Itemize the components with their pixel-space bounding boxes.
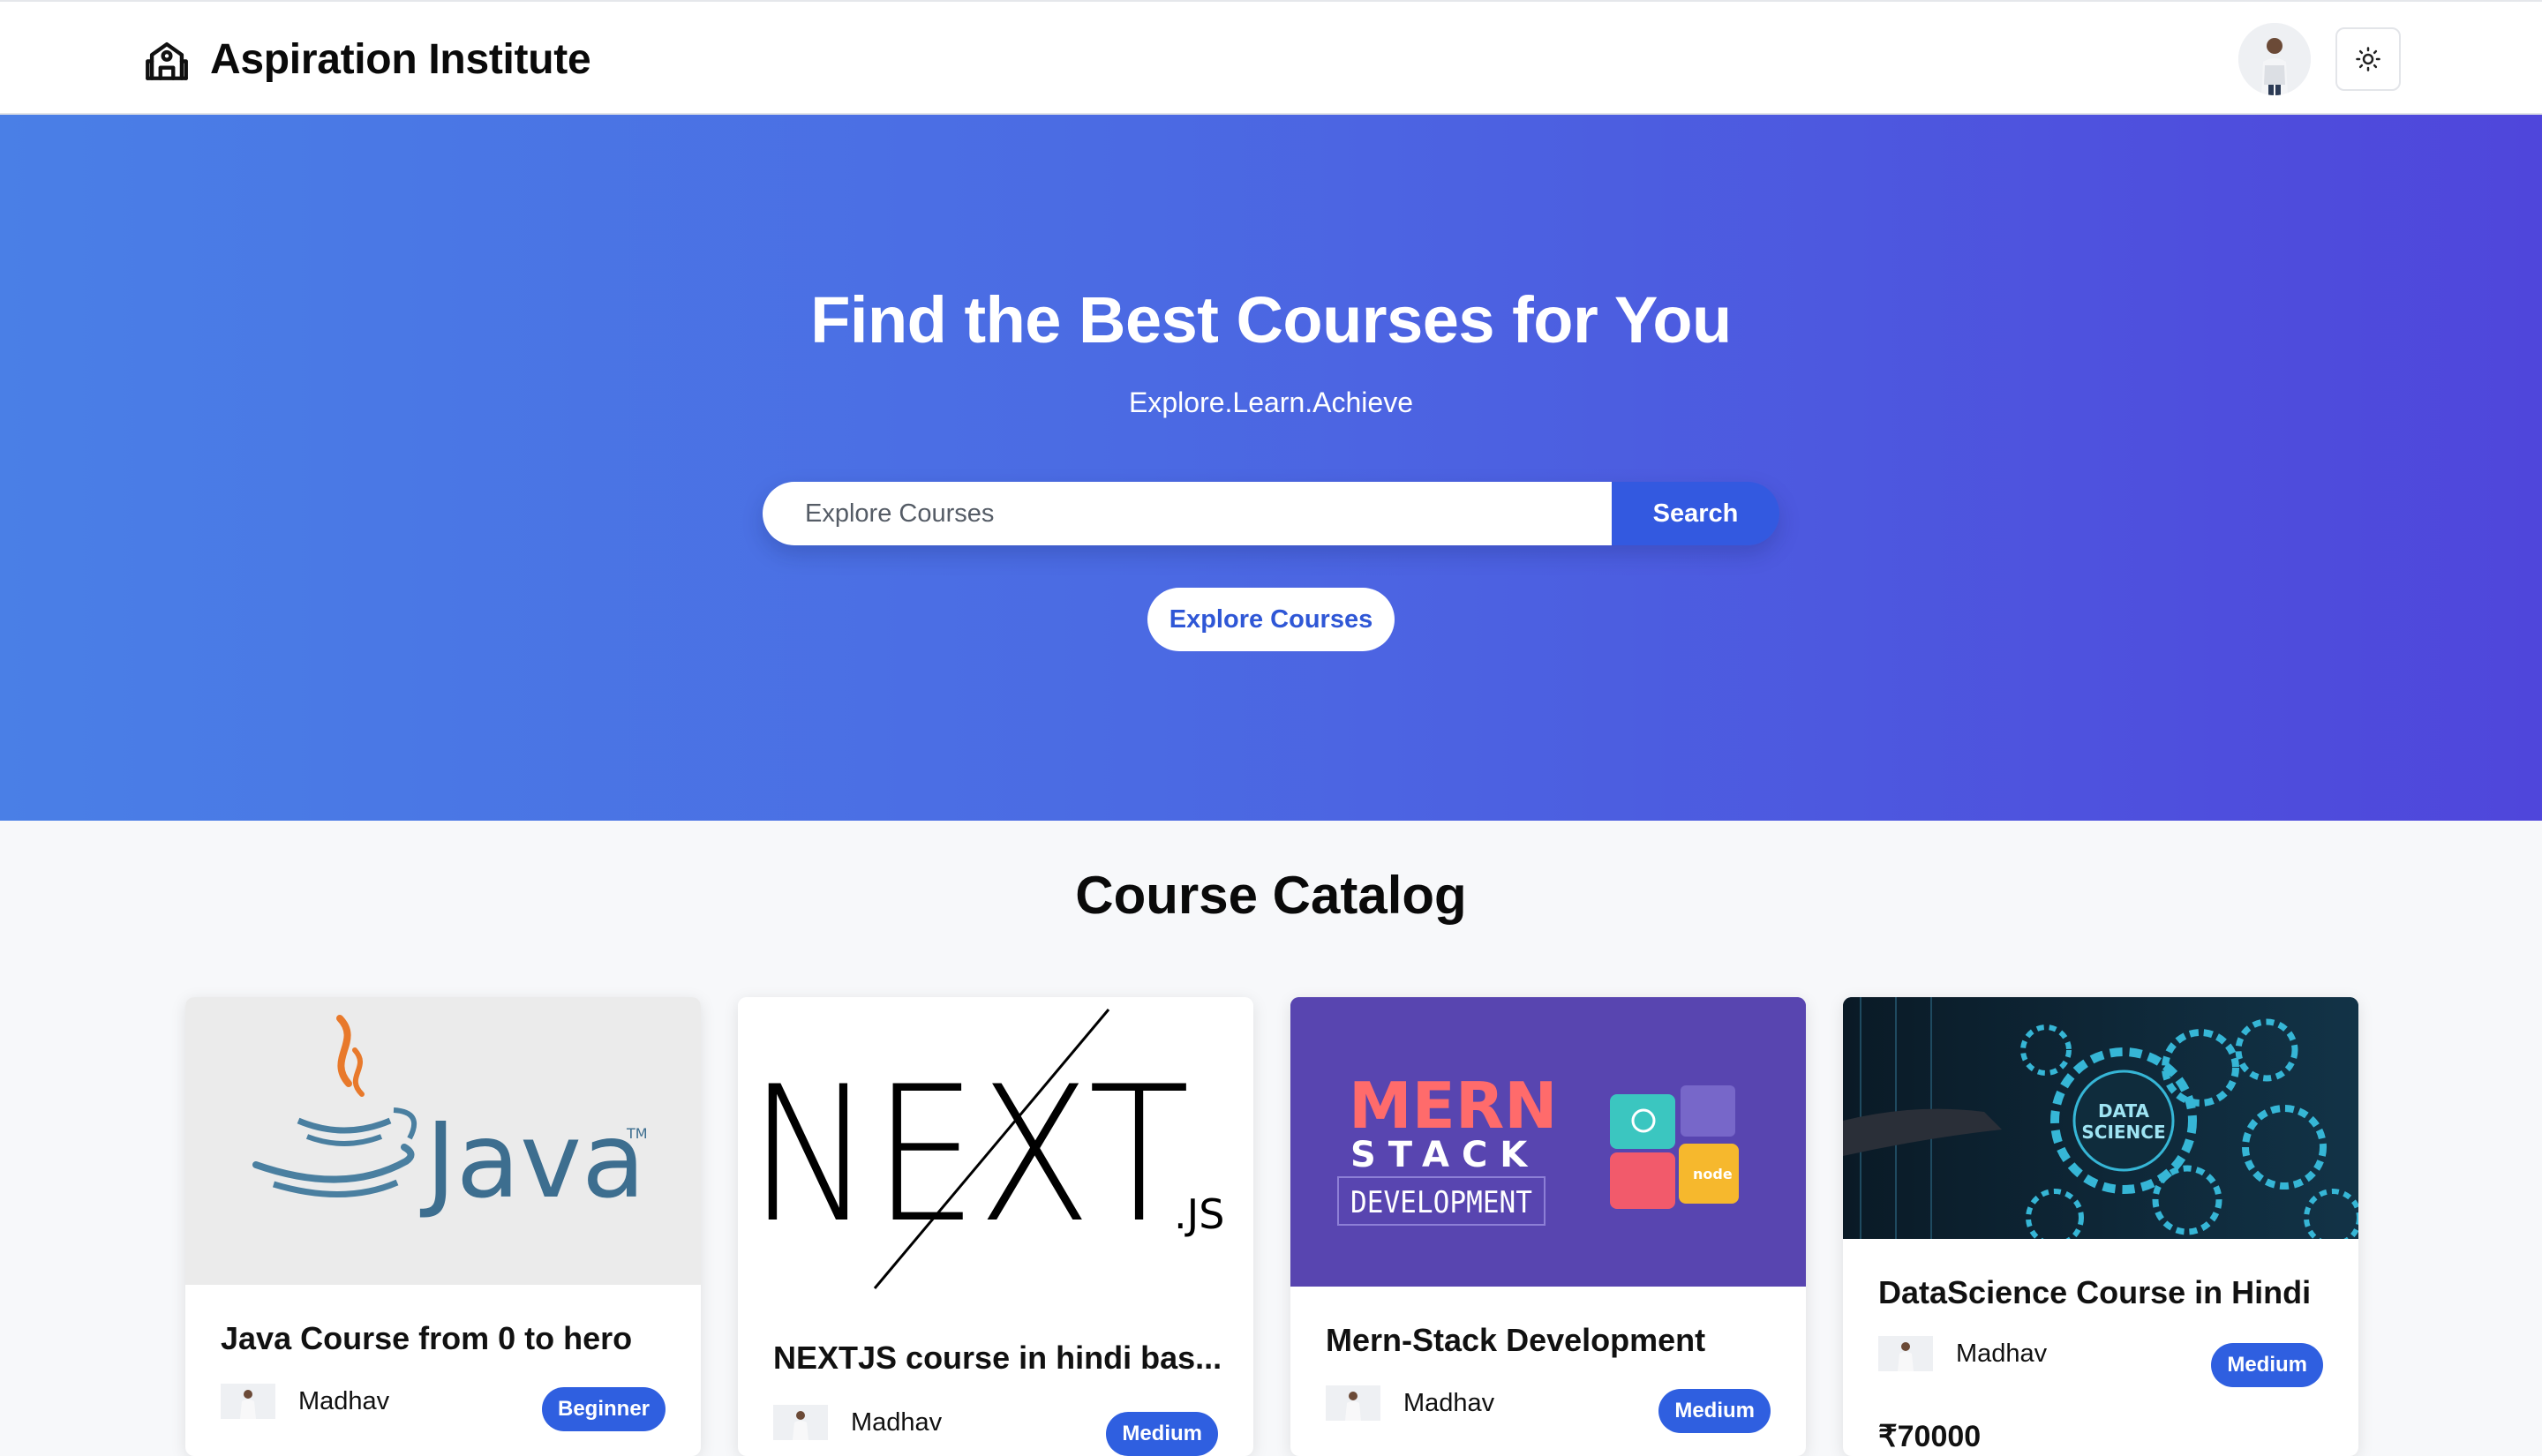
- course-price: ₹70000: [1878, 1420, 1982, 1453]
- author-name: Madhav: [298, 1386, 390, 1415]
- course-card-java[interactable]: Java TM Java Course from 0 to hero Madha…: [185, 997, 701, 1456]
- school-icon: [146, 41, 188, 80]
- nextjs-logo: NEXT .JS: [748, 1009, 1224, 1289]
- level-badge: Medium: [2211, 1343, 2323, 1387]
- search-input[interactable]: [763, 482, 1612, 545]
- course-card-nextjs[interactable]: NEXT .JS NEXTJS course in hindi bas... M…: [738, 997, 1253, 1456]
- java-logo-text: Java: [419, 1100, 645, 1221]
- course-card-datascience[interactable]: DATA SCIENCE DataScience Course in Hindi…: [1843, 997, 2358, 1456]
- user-avatar[interactable]: [2238, 23, 2311, 95]
- author-avatar: [1326, 1385, 1380, 1421]
- author-avatar: [773, 1405, 828, 1440]
- course-author: Madhav: [1878, 1336, 2047, 1371]
- hero-subtitle: Explore.Learn.Achieve: [1129, 387, 1413, 418]
- mern-banner-stack: STACK: [1350, 1135, 1539, 1175]
- datascience-banner: DATA SCIENCE: [1843, 997, 2358, 1239]
- mern-banner-subtitle: DEVELOPMENT: [1350, 1185, 1532, 1220]
- search-bar: Search: [763, 482, 1779, 545]
- search-button[interactable]: Search: [1612, 482, 1779, 545]
- course-author: Madhav: [1326, 1385, 1494, 1421]
- avatar-image: [2238, 23, 2311, 95]
- svg-text:node: node: [1693, 1166, 1733, 1182]
- sun-icon: [2356, 47, 2380, 71]
- nextjs-logo-text: NEXT: [748, 1046, 1190, 1264]
- course-title[interactable]: Java Course from 0 to hero: [221, 1320, 632, 1357]
- course-title[interactable]: DataScience Course in Hindi: [1878, 1274, 2311, 1311]
- author-name: Madhav: [1403, 1388, 1495, 1417]
- author-avatar: [1878, 1336, 1933, 1371]
- level-badge: Beginner: [541, 1387, 666, 1431]
- course-author: Madhav: [773, 1405, 942, 1440]
- course-author: Madhav: [221, 1384, 389, 1419]
- course-card-mern[interactable]: MERN STACK DEVELOPMENT node Mern-Stack D…: [1290, 997, 1806, 1456]
- explore-courses-button[interactable]: Explore Courses: [1147, 588, 1395, 651]
- svg-text:TM: TM: [626, 1125, 648, 1142]
- course-title[interactable]: NEXTJS course in hindi bas...: [773, 1340, 1222, 1377]
- mern-banner: MERN STACK DEVELOPMENT node: [1290, 997, 1806, 1287]
- course-thumbnail: Java TM: [185, 997, 701, 1285]
- author-name: Madhav: [851, 1407, 943, 1437]
- datascience-banner-line2: SCIENCE: [2081, 1122, 2165, 1143]
- course-thumbnail: MERN STACK DEVELOPMENT node: [1290, 997, 1806, 1287]
- level-badge: Medium: [1106, 1412, 1218, 1456]
- nextjs-logo-suffix: .JS: [1174, 1190, 1224, 1238]
- brand-title: Aspiration Institute: [210, 35, 591, 83]
- hero-title: Find the Best Courses for You: [810, 283, 1732, 356]
- mern-banner-title: MERN: [1349, 1069, 1558, 1143]
- course-thumbnail: NEXT .JS: [738, 997, 1253, 1302]
- level-badge: Medium: [1658, 1389, 1771, 1433]
- datascience-banner-line1: DATA: [2098, 1100, 2150, 1122]
- java-logo: Java TM: [252, 1015, 648, 1221]
- course-title[interactable]: Mern-Stack Development: [1326, 1322, 1705, 1359]
- theme-toggle-button[interactable]: [2335, 27, 2401, 91]
- hero-section: Find the Best Courses for You Explore.Le…: [0, 115, 2542, 821]
- author-name: Madhav: [1956, 1339, 2048, 1368]
- author-avatar: [221, 1384, 275, 1419]
- course-thumbnail: DATA SCIENCE: [1843, 997, 2358, 1239]
- brand-link[interactable]: Aspiration Institute: [141, 34, 591, 85]
- navbar: Aspiration Institute: [0, 0, 2542, 115]
- catalog-title: Course Catalog: [1075, 866, 1467, 925]
